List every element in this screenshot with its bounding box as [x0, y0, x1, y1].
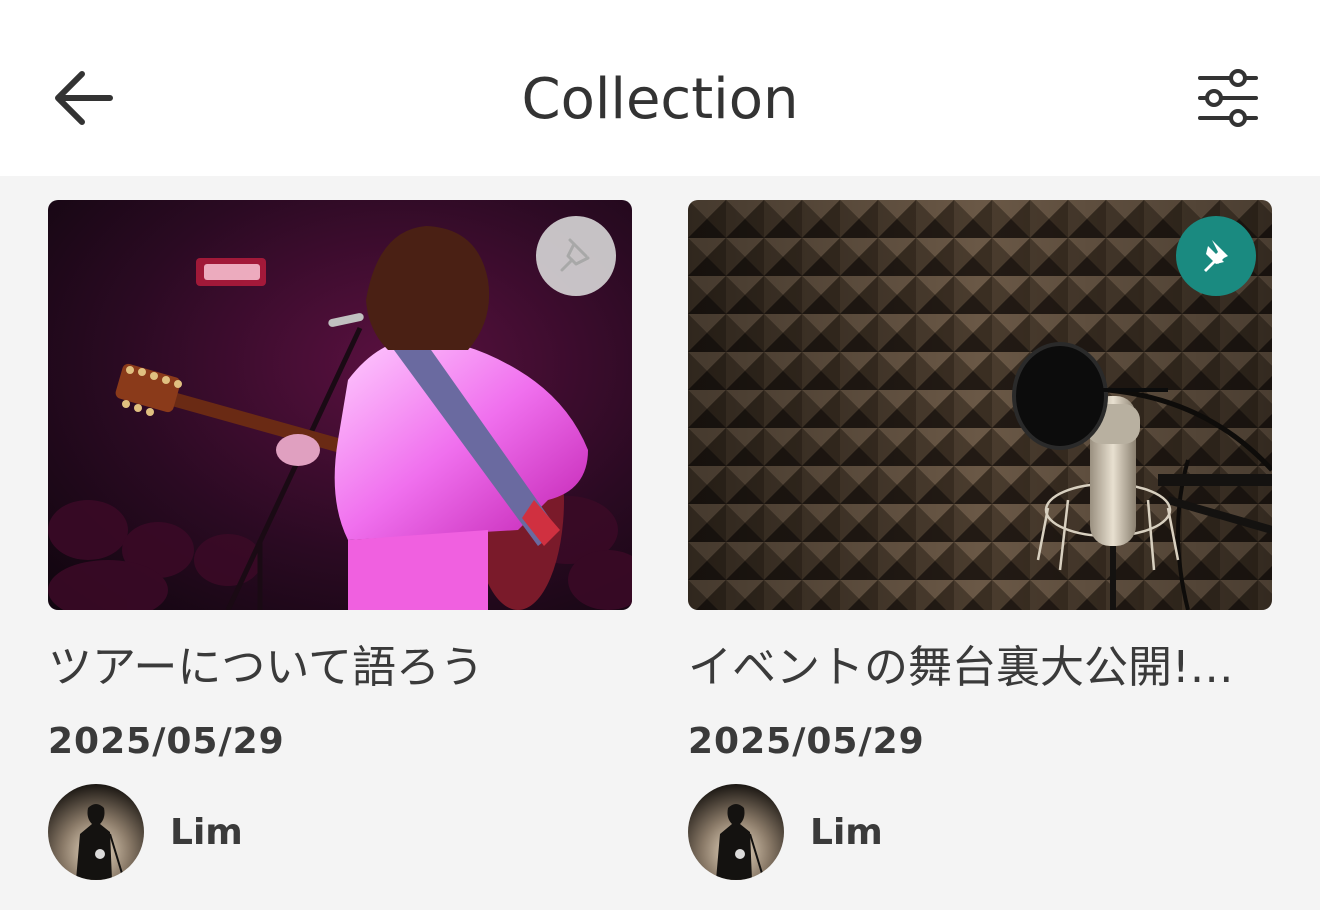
card-date: 2025/05/29	[48, 721, 285, 762]
pin-toggle-button[interactable]	[536, 216, 616, 296]
card-thumbnail[interactable]	[688, 200, 1272, 610]
arrow-left-icon	[55, 71, 113, 125]
avatar-image	[48, 784, 144, 880]
collection-card[interactable]: ツアーについて語ろう 2025/05/29 Lim	[48, 200, 632, 900]
card-author[interactable]: Lim	[688, 784, 883, 880]
avatar-image	[688, 784, 784, 880]
back-button[interactable]	[44, 58, 124, 138]
filter-button[interactable]	[1190, 64, 1266, 132]
top-app-bar: Collection	[0, 0, 1320, 176]
card-title[interactable]: ツアーについて語ろう	[48, 636, 632, 700]
page-title: Collection	[521, 67, 799, 132]
pin-toggle-button[interactable]	[1176, 216, 1256, 296]
card-title[interactable]: イベントの舞台裏大公開!ファン必見!	[688, 636, 1272, 700]
collection-grid: ツアーについて語ろう 2025/05/29 Lim イベントの舞台裏大公開!フ …	[0, 176, 1320, 910]
sliders-icon	[1198, 69, 1258, 127]
avatar	[48, 784, 144, 880]
author-name: Lim	[810, 811, 883, 853]
pin-filled-icon	[1204, 240, 1228, 272]
card-thumbnail[interactable]	[48, 200, 632, 610]
pin-outline-icon	[560, 238, 590, 272]
collection-card[interactable]: イベントの舞台裏大公開!ファン必見! 2025/05/29	[688, 200, 1272, 900]
card-author[interactable]: Lim	[48, 784, 243, 880]
card-date: 2025/05/29	[688, 721, 925, 762]
avatar	[688, 784, 784, 880]
author-name: Lim	[170, 811, 243, 853]
